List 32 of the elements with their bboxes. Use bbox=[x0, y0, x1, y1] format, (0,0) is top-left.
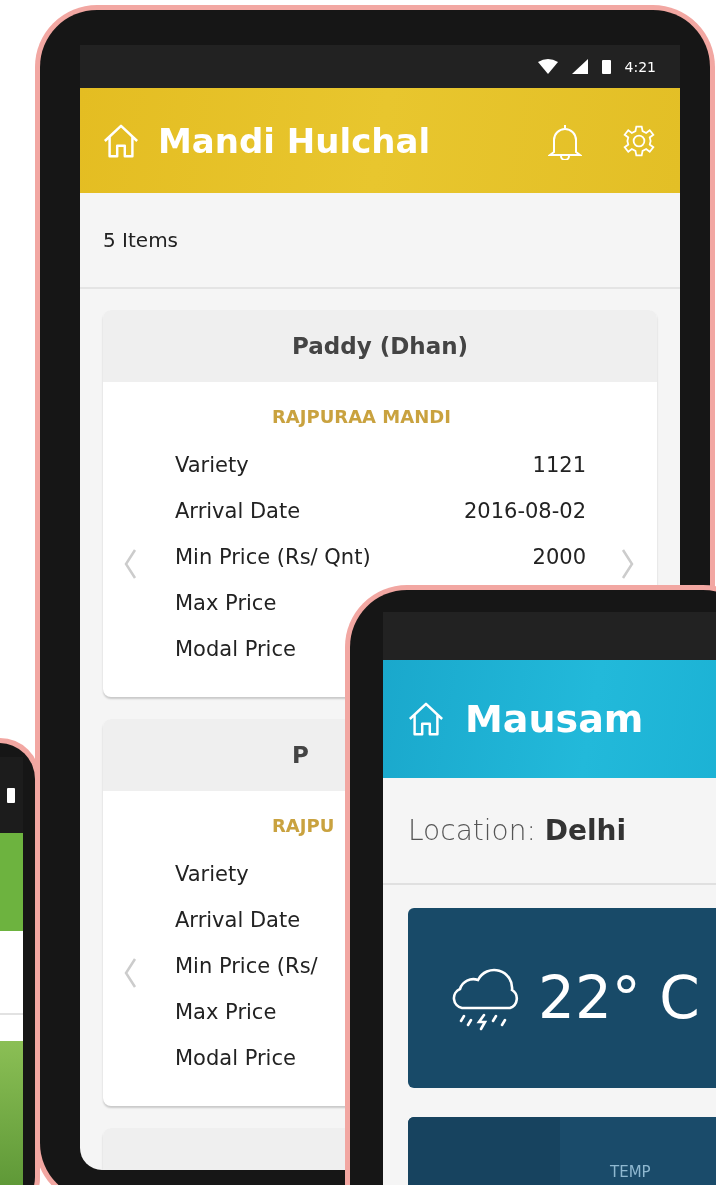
signal-icon bbox=[571, 59, 588, 74]
chevron-right-icon[interactable] bbox=[621, 548, 635, 580]
item-count: 5 Items bbox=[103, 228, 179, 252]
location-text: Location: Delhi bbox=[408, 814, 627, 847]
mandi-name: RAJPU bbox=[272, 814, 335, 836]
field-label: Max Price bbox=[175, 1000, 277, 1024]
field-label: Arrival Date bbox=[175, 499, 301, 523]
app-title: Mausam bbox=[465, 697, 644, 741]
battery-icon bbox=[601, 59, 611, 74]
field-label: Max Price bbox=[175, 591, 277, 615]
home-icon[interactable] bbox=[407, 700, 445, 738]
field-label: Modal Price bbox=[175, 1046, 296, 1070]
stat-label: TEMP bbox=[610, 1163, 651, 1181]
field-value: 2016-08-02 bbox=[463, 499, 586, 523]
crop-name: P bbox=[292, 742, 309, 768]
field-label: Min Price (Rs/ Qnt) bbox=[175, 545, 371, 569]
crop-name: Paddy (Dhan) bbox=[292, 333, 469, 359]
field-label: Variety bbox=[175, 862, 249, 886]
battery-icon bbox=[7, 787, 15, 803]
field-label: Min Price (Rs/ bbox=[175, 954, 318, 978]
field-value: 2000 bbox=[532, 545, 586, 569]
field-label: Arrival Date bbox=[175, 908, 301, 932]
field-label: Variety bbox=[175, 453, 249, 477]
app-title: Mandi Hulchal bbox=[158, 120, 432, 161]
wifi-icon bbox=[537, 59, 558, 74]
field-label: Modal Price bbox=[175, 637, 296, 661]
chevron-left-icon[interactable] bbox=[123, 957, 137, 989]
field-value: 1121 bbox=[532, 453, 586, 477]
status-time: 4:21 bbox=[624, 58, 656, 75]
chevron-left-icon[interactable] bbox=[123, 548, 137, 580]
temperature: 22° C bbox=[538, 964, 700, 1032]
mandi-name: RAJPURAA MANDI bbox=[272, 405, 451, 427]
